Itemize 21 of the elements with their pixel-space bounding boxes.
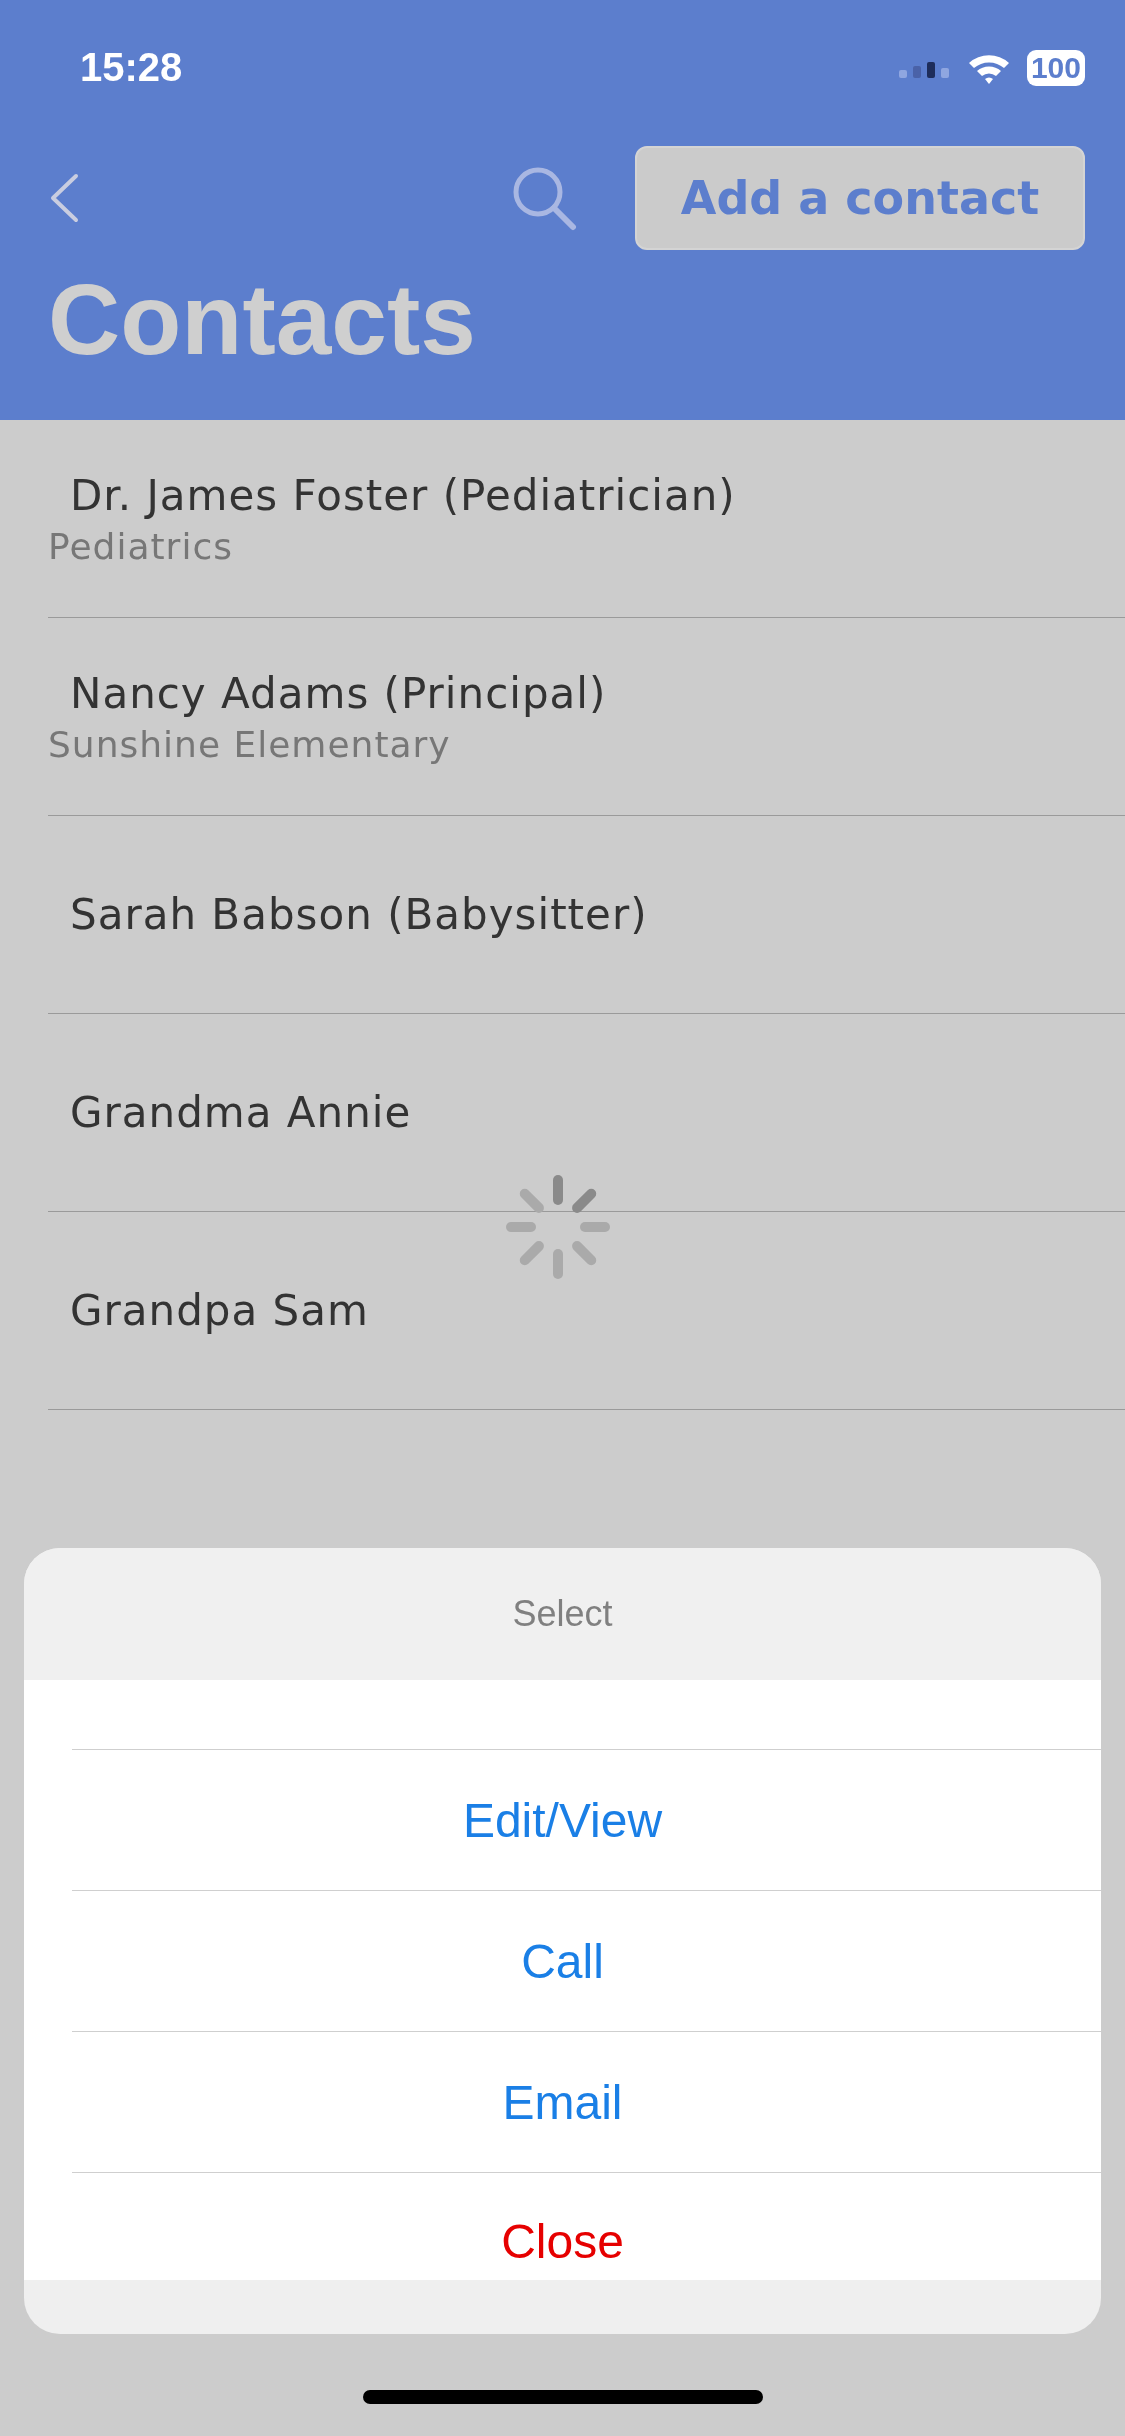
status-time: 15:28: [80, 45, 183, 90]
action-option[interactable]: Call: [72, 1891, 1101, 2032]
contact-name: Grandpa Sam: [69, 1286, 370, 1335]
contact-name: Dr. James Foster (Pediatrician): [69, 470, 737, 520]
loading-spinner-icon: [503, 1172, 613, 1282]
contact-name: Sarah Babson (Babysitter): [69, 890, 649, 939]
action-option[interactable]: Email: [72, 2032, 1101, 2173]
contact-row[interactable]: Nancy Adams (Principal) Sunshine Elementary: [48, 618, 1125, 816]
action-option[interactable]: Edit/View: [72, 1750, 1101, 1891]
home-indicator[interactable]: [362, 2390, 763, 2404]
action-option[interactable]: Close: [72, 2173, 1101, 2280]
contact-subtitle: Pediatrics: [48, 525, 234, 567]
contact-row[interactable]: Sarah Babson (Babysitter): [48, 816, 1125, 1014]
contact-subtitle: Sunshine Elementary: [48, 723, 452, 765]
battery-indicator: 100: [1026, 49, 1085, 86]
contact-name: Grandma Annie: [69, 1088, 413, 1137]
contact-row[interactable]: Dr. James Foster (Pediatrician) Pediatrics: [48, 420, 1125, 618]
sheet-title: Select: [512, 1593, 613, 1635]
contact-name: Nancy Adams (Principal): [69, 668, 608, 718]
back-icon[interactable]: [48, 172, 80, 223]
page-title: Contacts: [48, 264, 477, 374]
